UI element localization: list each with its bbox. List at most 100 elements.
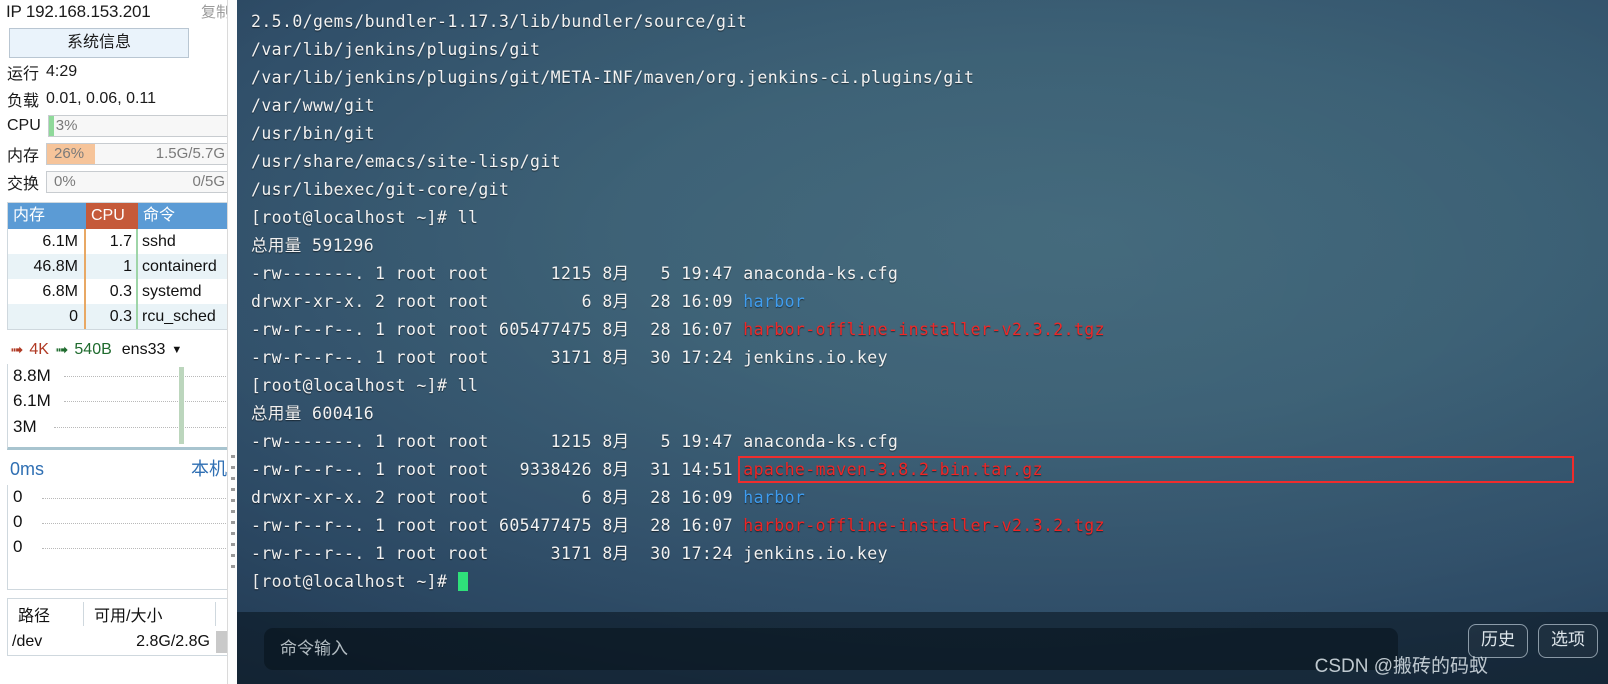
archive-file-name: harbor-offline-installer-v2.3.2.tgz xyxy=(743,516,1105,535)
terminal-cursor xyxy=(457,572,468,591)
terminal-line: /var/lib/jenkins/plugins/git/META-INF/ma… xyxy=(251,64,1608,92)
process-row[interactable]: 6.1M 1.7 sshd xyxy=(8,229,230,254)
terminal-line: drwxr-xr-x. 2 root root 6 8月 28 16:09 ha… xyxy=(251,288,1608,316)
terminal-line-text: [root@localhost ~]# ll xyxy=(251,376,479,395)
cpu-meter-row: CPU 3% xyxy=(4,112,233,140)
process-row[interactable]: 46.8M 1 containerd xyxy=(8,254,230,279)
cpu-meter: 3% xyxy=(47,115,233,137)
terminal-line-text: 2.5.0/gems/bundler-1.17.3/lib/bundler/so… xyxy=(251,12,748,31)
swap-label: 交换 xyxy=(7,176,40,193)
cpu-meter-fill xyxy=(48,116,55,136)
terminal-line: /usr/libexec/git-core/git xyxy=(251,176,1608,204)
process-cell-cpu: 0.3 xyxy=(86,279,138,304)
directory-name: harbor xyxy=(743,292,806,311)
terminal-line-text: -rw-r--r--. 1 root root 3171 8月 30 17:24… xyxy=(251,348,888,367)
uptime-row: 运行 4:29 xyxy=(4,58,233,85)
terminal-line-text: /var/lib/jenkins/plugins/git xyxy=(251,40,541,59)
terminal-line-text: drwxr-xr-x. 2 root root 6 8月 28 16:09 xyxy=(251,292,744,311)
terminal-line: 总用量 591296 xyxy=(251,232,1608,260)
system-info-button[interactable]: 系统信息 xyxy=(9,28,189,58)
net-graph-bar xyxy=(179,367,184,444)
upload-rate: 4K xyxy=(29,341,49,358)
terminal-pane[interactable]: 2.5.0/gems/bundler-1.17.3/lib/bundler/so… xyxy=(237,0,1608,684)
directory-name: harbor xyxy=(743,488,806,507)
ip-row: IP 192.168.153.201 复制 xyxy=(4,0,233,24)
terminal-line-text: -rw-r--r--. 1 root root 3171 8月 30 17:24… xyxy=(251,544,888,563)
disk-cell-size: 2.8G/2.8G xyxy=(136,633,210,650)
process-cell-cpu: 0.3 xyxy=(86,304,138,329)
process-cell-cmd: systemd xyxy=(142,283,202,300)
process-cell-cpu: 1 xyxy=(86,254,138,279)
column-header-cpu[interactable]: CPU xyxy=(86,203,138,229)
terminal-line: [root@localhost ~]# ll xyxy=(251,204,1608,232)
terminal-line-text: 总用量 591296 xyxy=(251,236,375,255)
terminal-line: /usr/bin/git xyxy=(251,120,1608,148)
terminal-line: 2.5.0/gems/bundler-1.17.3/lib/bundler/so… xyxy=(251,8,1608,36)
process-cell-cmd: sshd xyxy=(142,233,176,250)
terminal-line: -rw-------. 1 root root 1215 8月 5 19:47 … xyxy=(251,260,1608,288)
latency-header: 0ms 本机 xyxy=(4,455,233,485)
terminal-line: /usr/share/emacs/site-lisp/git xyxy=(251,148,1608,176)
terminal-line: /var/www/git xyxy=(251,92,1608,120)
latency-target: 本机 xyxy=(191,459,227,479)
disk-table-body: /dev 2.8G/2.8G xyxy=(8,629,230,655)
terminal-line-text: -rw-------. 1 root root 1215 8月 5 19:47 … xyxy=(251,264,899,283)
terminal-line-text: /usr/libexec/git-core/git xyxy=(251,180,510,199)
terminal-line: -rw-r--r--. 1 root root 605477475 8月 28 … xyxy=(251,512,1608,540)
terminal-line-text: [root@localhost ~]# xyxy=(251,572,458,591)
process-cell-cmd: containerd xyxy=(142,258,217,275)
memory-detail: 1.5G/5.7G xyxy=(155,145,225,162)
loadavg-value: 0.01, 0.06, 0.11 xyxy=(46,89,157,107)
process-table-body: 6.1M 1.7 sshd 46.8M 1 containerd 6.8M 0.3 system… xyxy=(8,229,230,329)
upload-arrow-icon: ➟ xyxy=(10,342,24,359)
latency-value: 0ms xyxy=(10,459,45,479)
column-header-path[interactable]: 路径 xyxy=(8,602,84,626)
command-bar: 历史 选项 CSDN @搬砖的码蚁 xyxy=(237,612,1608,684)
download-arrow-icon: ➟ xyxy=(54,342,69,359)
disk-usage-table: 路径 可用/大小 /dev 2.8G/2.8G xyxy=(7,598,231,656)
system-monitor-sidebar: IP 192.168.153.201 复制 系统信息 运行 4:29 负载 0.… xyxy=(0,0,237,684)
column-header-memory[interactable]: 内存 xyxy=(8,203,86,229)
memory-meter: 26% 1.5G/5.7G xyxy=(46,143,233,165)
options-button[interactable]: 选项 xyxy=(1538,624,1598,658)
terminal-line-text: /usr/share/emacs/site-lisp/git xyxy=(251,152,562,171)
disk-row[interactable]: /dev 2.8G/2.8G xyxy=(8,629,230,655)
sidebar-resize-handle[interactable] xyxy=(227,0,237,684)
process-row[interactable]: 6.8M 0.3 systemd xyxy=(8,279,230,304)
process-row[interactable]: 0 0.3 rcu_sched xyxy=(8,304,230,329)
process-cell-mem: 46.8M xyxy=(8,254,86,279)
loadavg-row: 负载 0.01, 0.06, 0.11 xyxy=(4,85,233,112)
terminal-line: -rw-r--r--. 1 root root 3171 8月 30 17:24… xyxy=(251,344,1608,372)
app-root: IP 192.168.153.201 复制 系统信息 运行 4:29 负载 0.… xyxy=(0,0,1608,684)
swap-percent: 0% xyxy=(54,173,76,190)
column-header-command[interactable]: 命令 xyxy=(138,203,230,229)
cpu-label: CPU xyxy=(7,117,41,134)
terminal-line-text: /var/lib/jenkins/plugins/git/META-INF/ma… xyxy=(251,68,975,87)
archive-file-name: harbor-offline-installer-v2.3.2.tgz xyxy=(743,320,1105,339)
memory-meter-row: 内存 26% 1.5G/5.7G xyxy=(4,140,233,168)
network-traffic-graph: 8.8M 6.1M 3M xyxy=(7,364,232,450)
terminal-line: 总用量 600416 xyxy=(251,400,1608,428)
process-cell-mem: 6.1M xyxy=(8,229,86,254)
column-header-avail-size[interactable]: 可用/大小 xyxy=(84,602,216,626)
disk-table-header: 路径 可用/大小 xyxy=(8,599,230,629)
terminal-line: -rw-r--r--. 1 root root 605477475 8月 28 … xyxy=(251,316,1608,344)
net-scale-label-2: 3M xyxy=(13,417,37,436)
loadavg-label: 负载 xyxy=(7,92,40,110)
process-cell-cmd: rcu_sched xyxy=(142,308,216,325)
ip-address-label: IP 192.168.153.201 xyxy=(6,2,151,21)
history-button[interactable]: 历史 xyxy=(1468,624,1528,658)
command-input[interactable] xyxy=(264,628,1398,670)
terminal-line: -rw-r--r--. 1 root root 9338426 8月 31 14… xyxy=(251,456,1608,484)
chevron-down-icon[interactable]: ▼ xyxy=(171,344,182,356)
uptime-value: 4:29 xyxy=(46,62,78,80)
terminal-line: -rw-------. 1 root root 1215 8月 5 19:47 … xyxy=(251,428,1608,456)
net-scale-label-0: 8.8M xyxy=(13,366,51,385)
latency-scale-label-2: 0 xyxy=(13,537,23,556)
terminal-line: [root@localhost ~]# ll xyxy=(251,372,1608,400)
terminal-line-text: 总用量 600416 xyxy=(251,404,375,423)
disk-cell-path: /dev xyxy=(12,633,43,650)
uptime-label: 运行 xyxy=(7,65,40,83)
terminal-line-text: /usr/bin/git xyxy=(251,124,376,143)
archive-file-name: apache-maven-3.8.2-bin.tar.gz xyxy=(743,460,1043,479)
